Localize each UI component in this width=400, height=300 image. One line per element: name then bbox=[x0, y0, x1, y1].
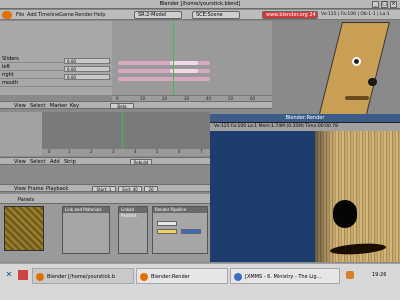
task-blender[interactable]: Blender [/home/yourstick.b bbox=[32, 268, 134, 284]
panel-title: Linked Paintlist bbox=[119, 207, 147, 218]
scene-stats: Ve:125 | Fa:100 | Ob:1-1 | La:1 bbox=[321, 12, 390, 17]
task-label: Blender [/home/yourstick.b bbox=[47, 274, 116, 280]
screen-selector[interactable]: SR:2-Model bbox=[134, 11, 182, 19]
mouth-shape-icon bbox=[345, 96, 369, 100]
timeline-playback-menu[interactable]: Playback bbox=[46, 186, 68, 192]
link-materials-panel: Link and Materials bbox=[62, 206, 110, 254]
panel-title: Link and Materials bbox=[63, 207, 109, 213]
linked-paintlist-panel: Linked Paintlist bbox=[118, 206, 148, 254]
task-label: Blender:Render bbox=[151, 274, 190, 280]
channel-label: Sliders bbox=[2, 56, 19, 62]
blender-url-field[interactable]: www.blender.org 24 bbox=[262, 11, 318, 19]
channel-label: mouth bbox=[2, 80, 19, 86]
slider-mouth[interactable]: 0.00 bbox=[64, 74, 110, 80]
render-pipeline-panel: Render Pipeline bbox=[152, 206, 208, 254]
nla-channel-list bbox=[0, 112, 42, 156]
action-view-menu[interactable]: View bbox=[14, 103, 26, 109]
action-keyframe-area[interactable] bbox=[112, 21, 272, 95]
current-frame-marker[interactable] bbox=[173, 21, 174, 101]
ruler-tick: 7 bbox=[200, 149, 203, 154]
eye-hole-icon bbox=[368, 78, 377, 86]
blender-task-icon bbox=[36, 273, 44, 281]
keyframe-strip-selected[interactable] bbox=[170, 61, 198, 65]
close-icon[interactable]: × bbox=[390, 1, 397, 8]
pipeline-field[interactable] bbox=[157, 229, 177, 234]
end-frame-field[interactable]: End: 40 bbox=[118, 186, 142, 192]
material-preview bbox=[4, 206, 44, 251]
buttons-header: Panels bbox=[0, 194, 210, 204]
tray-icon[interactable] bbox=[346, 271, 354, 279]
taskbar: ✕ Blender [/home/yourstick.b Blender:Ren… bbox=[0, 263, 400, 300]
action-selector[interactable]: Beta bbox=[110, 103, 134, 109]
action-marker-menu[interactable]: Marker bbox=[50, 103, 67, 109]
ruler-tick: 2 bbox=[90, 149, 93, 154]
render-shading bbox=[315, 131, 335, 262]
panels-menu[interactable]: Panels bbox=[18, 197, 34, 203]
ruler-tick: 4 bbox=[134, 149, 137, 154]
blender-logo-icon[interactable] bbox=[2, 11, 12, 19]
render-task-icon bbox=[140, 273, 148, 281]
ruler-tick: 5 bbox=[156, 149, 159, 154]
ruler-tick: 1 bbox=[68, 149, 71, 154]
keyframe-strip-selected[interactable] bbox=[170, 69, 198, 73]
render-stats: Ve:125 Fa:100 La:1 Mem:1.74M (0.35M) Tim… bbox=[210, 123, 400, 131]
scene-selector[interactable]: SCE:Scene bbox=[192, 11, 240, 19]
clock: 19:26 bbox=[372, 272, 387, 278]
ruler-tick: 6 bbox=[178, 149, 181, 154]
timeline-header: View Frame Playback Start: 1 End: 40 20 bbox=[0, 184, 210, 192]
screen: Blender [/home/yourstick.blend] _ □ × Fi… bbox=[0, 0, 400, 300]
timeline-view-menu[interactable]: View bbox=[14, 186, 26, 192]
menu-render[interactable]: Render bbox=[75, 12, 93, 18]
menu-file[interactable]: File bbox=[16, 12, 24, 18]
menu-help[interactable]: Help bbox=[94, 12, 105, 18]
launcher-icon[interactable] bbox=[18, 270, 28, 280]
timeline-frame-menu[interactable]: Frame bbox=[28, 186, 44, 192]
slider-right[interactable]: 0.00 bbox=[64, 66, 110, 72]
minimize-icon[interactable]: _ bbox=[372, 1, 379, 8]
ruler-tick: 3 bbox=[112, 149, 115, 154]
nla-add-menu[interactable]: Add bbox=[50, 159, 60, 165]
render-eye-hole bbox=[333, 200, 357, 228]
maximize-icon[interactable]: □ bbox=[381, 1, 388, 8]
menu-timeline[interactable]: Timeline bbox=[38, 12, 59, 18]
action-editor-header: View Select Marker Key Beta bbox=[0, 101, 272, 109]
window-title: Blender [/home/yourstick.blend] bbox=[159, 1, 241, 7]
slider-left[interactable]: 0.00 bbox=[64, 58, 110, 64]
action-key-menu[interactable]: Key bbox=[70, 103, 79, 109]
keyframe-strip[interactable] bbox=[118, 77, 210, 81]
task-render[interactable]: Blender:Render bbox=[136, 268, 228, 284]
nla-ruler: 0 1 2 3 4 5 6 7 bbox=[42, 149, 210, 156]
current-frame-field[interactable]: 20 bbox=[144, 186, 158, 192]
menu-add[interactable]: Add bbox=[27, 12, 37, 18]
xmms-task-icon bbox=[234, 273, 242, 281]
nla-header: View Select Add Strip Rebuild bbox=[0, 157, 210, 165]
pipeline-field[interactable] bbox=[157, 221, 177, 226]
nla-rebuild-button[interactable]: Rebuild bbox=[130, 159, 152, 165]
pipeline-field[interactable] bbox=[181, 229, 201, 234]
menu-game[interactable]: Game bbox=[59, 12, 74, 18]
nla-view-menu[interactable]: View bbox=[14, 159, 26, 165]
start-frame-field[interactable]: Start: 1 bbox=[92, 186, 116, 192]
task-xmms[interactable]: [XMMS - 6. Ministry - The Lig... bbox=[230, 268, 340, 284]
nla-strip-menu[interactable]: Strip bbox=[64, 159, 76, 165]
action-select-menu[interactable]: Select bbox=[30, 103, 45, 109]
render-background bbox=[210, 131, 315, 262]
main-header: File Add Timeline Game Render Help SR:2-… bbox=[0, 10, 400, 20]
nla-select-menu[interactable]: Select bbox=[30, 159, 45, 165]
render-window-title: Blender:Render bbox=[210, 114, 400, 122]
channel-row[interactable]: mouth bbox=[0, 79, 112, 87]
3d-cursor-icon[interactable] bbox=[352, 57, 361, 66]
channel-label: left bbox=[2, 64, 11, 70]
channel-label: right bbox=[2, 72, 14, 78]
ruler-tick: 0 bbox=[48, 149, 51, 154]
menu-x-icon[interactable]: ✕ bbox=[4, 270, 14, 280]
window-titlebar: Blender [/home/yourstick.blend] _ □ × bbox=[0, 0, 400, 9]
panel-title: Render Pipeline bbox=[153, 207, 207, 213]
task-label: [XMMS - 6. Ministry - The Lig... bbox=[245, 274, 322, 280]
